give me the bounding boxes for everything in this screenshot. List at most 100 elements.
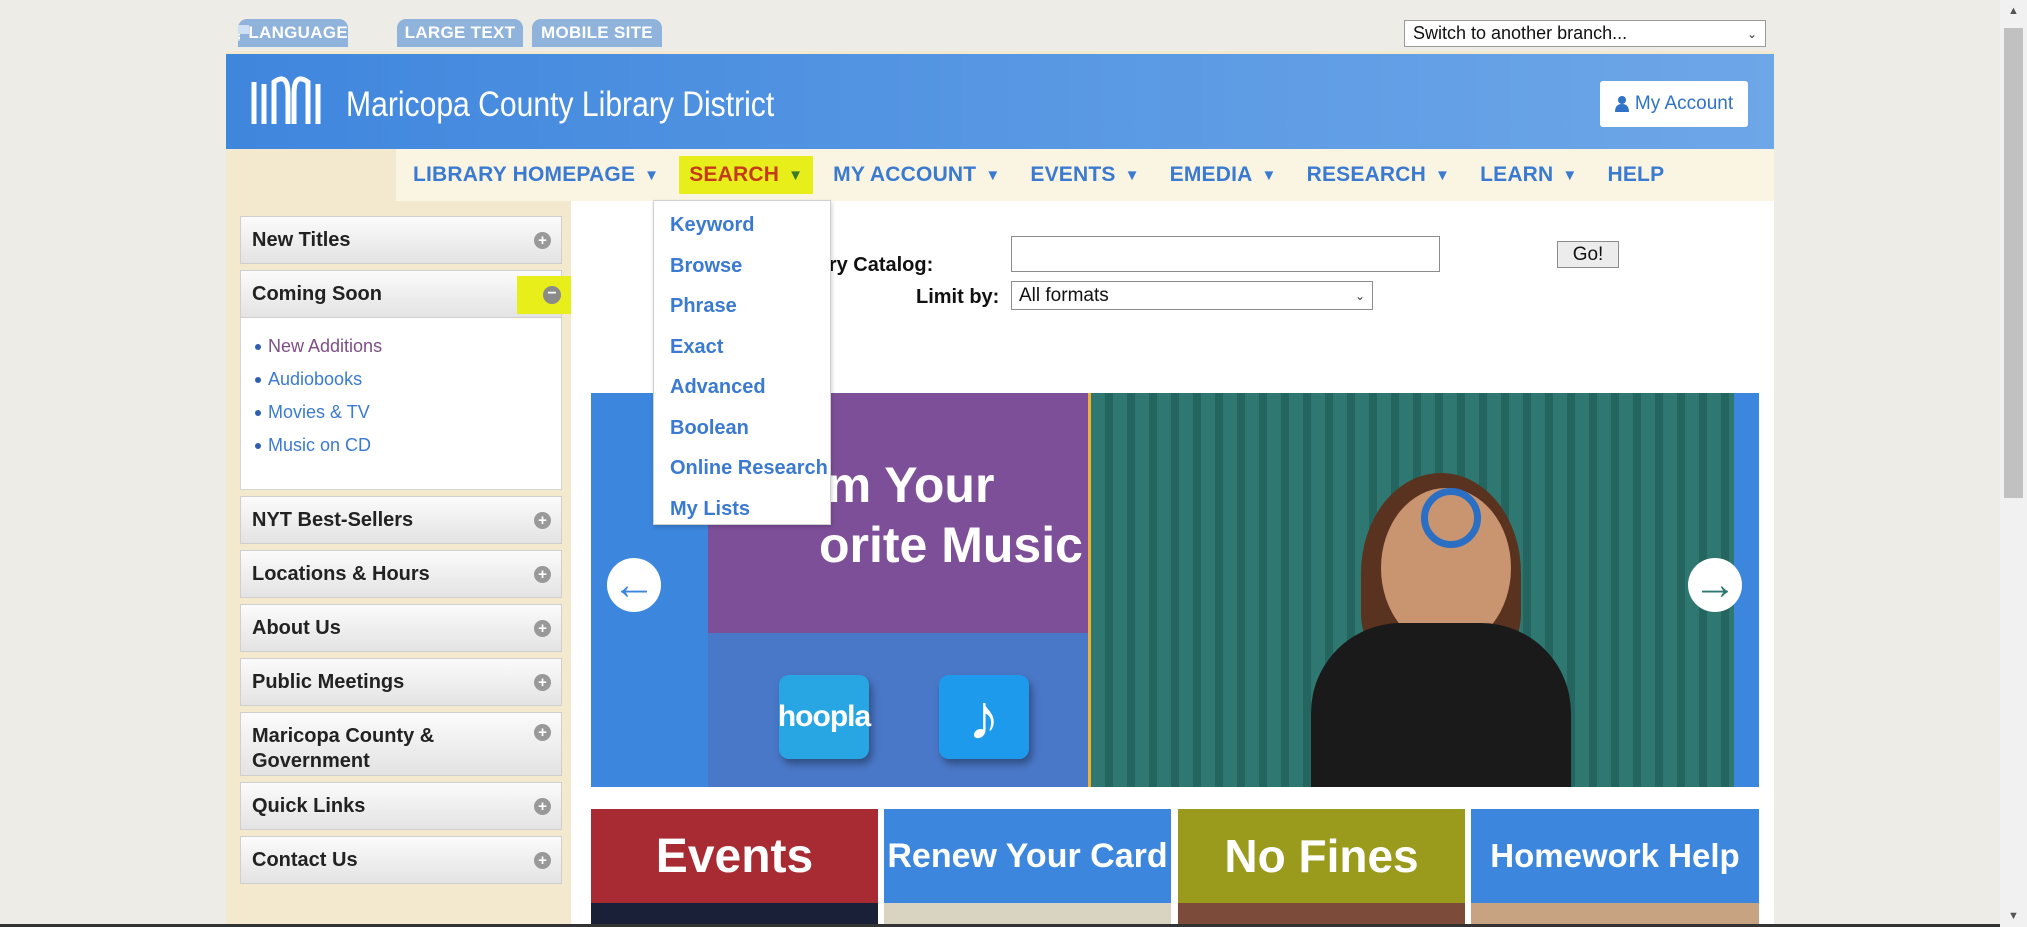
nav-label: HELP — [1607, 163, 1665, 186]
sidebar-item-label: Coming Soon — [252, 282, 382, 305]
plus-icon: + — [534, 619, 551, 637]
limit-by-select[interactable]: All formats ⌄ — [1011, 281, 1373, 310]
nav-search[interactable]: SEARCH ▼ — [679, 156, 814, 194]
plus-icon: + — [534, 724, 551, 741]
nav-label: RESEARCH — [1306, 163, 1427, 186]
link-label: New Additions — [268, 336, 383, 356]
tile-title: Renew Your Card — [884, 809, 1171, 903]
menu-item-online-research[interactable]: Online Research — [654, 452, 830, 493]
sidebar-public-meetings[interactable]: Public Meetings + — [240, 658, 562, 706]
sidebar-item-label: Locations & Hours — [252, 562, 430, 585]
sidebar-coming-soon[interactable]: Coming Soon − — [240, 270, 587, 318]
tile-homework-help[interactable]: Homework Help — [1471, 809, 1759, 927]
language-button[interactable]: LANGUAGE — [238, 19, 348, 47]
scroll-down-icon[interactable]: ▼ — [2000, 905, 2027, 927]
menu-item-browse[interactable]: Browse — [654, 250, 830, 291]
tile-no-fines[interactable]: No Fines — [1178, 809, 1465, 927]
scroll-up-icon[interactable]: ▲ — [2000, 0, 2027, 22]
chevron-down-icon: ⌄ — [1354, 288, 1365, 303]
bullet-icon — [255, 376, 261, 383]
menu-item-my-lists[interactable]: My Lists — [654, 493, 830, 534]
headphones-icon — [1421, 488, 1481, 548]
chevron-down-icon: ⌄ — [1746, 26, 1757, 41]
triangle-down-icon: ▼ — [788, 166, 804, 184]
sidebar-maricopa-county[interactable]: Maricopa County & Government + — [240, 712, 562, 776]
triangle-down-icon: ▼ — [1261, 166, 1277, 184]
menu-item-advanced[interactable]: Advanced — [654, 371, 830, 412]
menu-item-exact[interactable]: Exact — [654, 331, 830, 372]
promo-tiles: Events Renew Your Card No Fines Homework… — [591, 809, 1759, 927]
plus-icon: + — [534, 797, 551, 815]
bullet-icon — [255, 343, 261, 350]
nav-events[interactable]: EVENTS ▼ — [1030, 156, 1139, 194]
tile-renew-card[interactable]: Renew Your Card — [884, 809, 1171, 927]
my-account-button[interactable]: My Account — [1600, 81, 1748, 127]
hoopla-app-icon: hoopla — [778, 675, 871, 759]
link-music-cd[interactable]: Music on CD — [255, 429, 547, 462]
nav-help[interactable]: HELP — [1607, 156, 1664, 194]
sidebar-locations-hours[interactable]: Locations & Hours + — [240, 550, 562, 598]
sidebar-item-label: Contact Us — [252, 848, 358, 871]
link-movies-tv[interactable]: Movies & TV — [255, 396, 547, 429]
scroll-thumb[interactable] — [2004, 28, 2023, 498]
go-button[interactable]: Go! — [1557, 241, 1619, 268]
sidebar-quick-links[interactable]: Quick Links + — [240, 782, 562, 830]
nav-label: SEARCH — [689, 163, 780, 186]
large-text-button[interactable]: LARGE TEXT — [397, 19, 523, 47]
link-label: Movies & TV — [268, 402, 370, 422]
my-account-label: My Account — [1634, 93, 1734, 114]
nav-emedia[interactable]: EMEDIA ▼ — [1170, 156, 1277, 194]
carousel-prev-arrow-icon[interactable]: ← — [607, 558, 661, 612]
link-audiobooks[interactable]: Audiobooks — [255, 363, 547, 396]
user-icon — [1614, 96, 1629, 112]
nav-my-account[interactable]: MY ACCOUNT ▼ — [833, 156, 1000, 194]
page-scrollbar[interactable]: ▲ ▼ — [2000, 0, 2027, 927]
bullet-icon — [255, 442, 261, 449]
nav-library-homepage[interactable]: LIBRARY HOMEPAGE ▼ — [413, 156, 659, 194]
sidebar-item-label: About Us — [252, 616, 341, 639]
menu-item-phrase[interactable]: Phrase — [654, 290, 830, 331]
triangle-down-icon: ▼ — [1562, 166, 1578, 184]
bullet-icon — [255, 409, 261, 416]
sidebar-item-label: Quick Links — [252, 794, 366, 817]
coming-soon-panel: New Additions Audiobooks Movies & TV Mus… — [240, 318, 562, 490]
sidebar: New Titles + Coming Soon − New Additions… — [240, 216, 587, 890]
nav-research[interactable]: RESEARCH ▼ — [1307, 156, 1451, 194]
slide-panel-bottom — [708, 633, 1088, 787]
mobile-site-button[interactable]: MOBILE SITE — [532, 19, 662, 47]
carousel-next-arrow-icon[interactable]: → — [1688, 558, 1742, 612]
branch-select[interactable]: Switch to another branch... ⌄ — [1404, 20, 1766, 47]
triangle-down-icon: ▼ — [644, 166, 660, 184]
link-new-additions[interactable]: New Additions — [255, 330, 547, 363]
triangle-down-icon: ▼ — [1124, 166, 1140, 184]
plus-icon: + — [534, 511, 551, 529]
sidebar-item-label: NYT Best-Sellers — [252, 508, 414, 531]
nav-label: LEARN — [1480, 163, 1554, 186]
triangle-down-icon: ▼ — [1435, 166, 1451, 184]
nav-label: EVENTS — [1030, 163, 1116, 186]
triangle-down-icon: ▼ — [985, 166, 1001, 184]
sidebar-item-label: Maricopa County & Government — [252, 725, 435, 772]
menu-item-boolean[interactable]: Boolean — [654, 412, 830, 453]
tile-title: No Fines — [1178, 809, 1465, 903]
site-title[interactable]: Maricopa County Library District — [346, 85, 774, 125]
sidebar-contact-us[interactable]: Contact Us + — [240, 836, 562, 884]
photo-jacket — [1311, 623, 1571, 787]
sidebar-new-titles[interactable]: New Titles + — [240, 216, 562, 264]
main-nav: LIBRARY HOMEPAGE ▼ SEARCH ▼ MY ACCOUNT ▼ EV… — [396, 149, 1774, 201]
sidebar-nyt-best-sellers[interactable]: NYT Best-Sellers + — [240, 496, 562, 544]
tile-title: Events — [591, 809, 878, 903]
catalog-search-input[interactable] — [1011, 236, 1440, 272]
plus-icon: + — [534, 851, 551, 869]
menu-item-keyword[interactable]: Keyword — [654, 209, 830, 250]
site-banner: Maricopa County Library District My Acco… — [226, 54, 1774, 149]
search-dropdown-menu: Keyword Browse Phrase Exact Advanced Boo… — [653, 200, 831, 525]
tile-events[interactable]: Events — [591, 809, 878, 927]
sidebar-about-us[interactable]: About Us + — [240, 604, 562, 652]
nav-learn[interactable]: LEARN ▼ — [1480, 156, 1577, 194]
nav-label: EMEDIA — [1169, 163, 1253, 186]
link-label: Music on CD — [268, 435, 372, 455]
limit-by-value: All formats — [1019, 284, 1109, 306]
plus-icon: + — [534, 231, 551, 249]
flag-icon — [238, 25, 251, 41]
